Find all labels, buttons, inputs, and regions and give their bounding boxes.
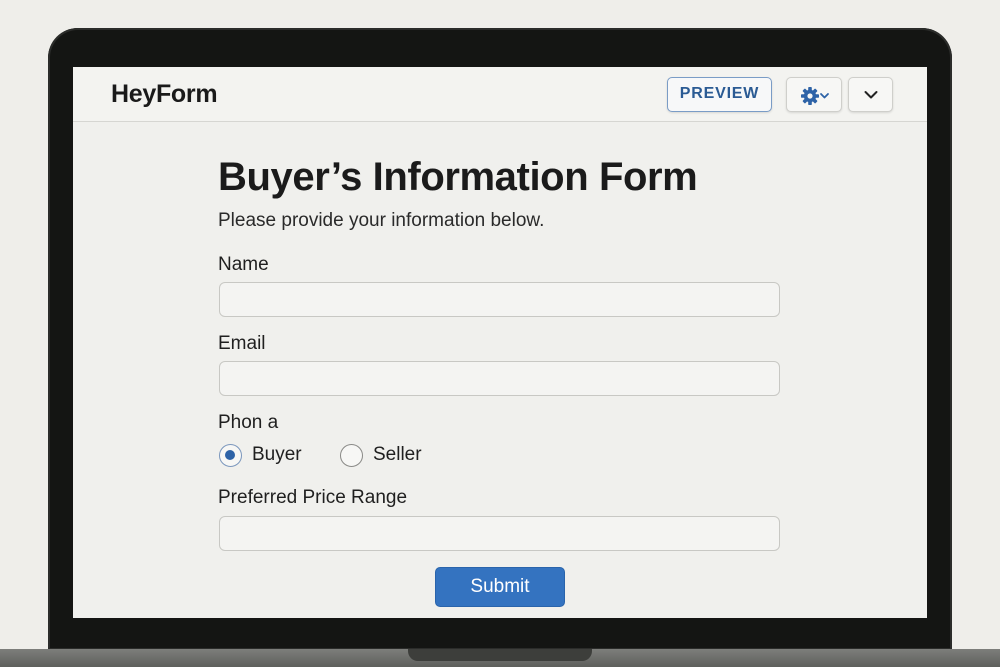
brand-logo: HeyForm xyxy=(111,80,218,108)
radio-seller-label: Seller xyxy=(373,444,422,465)
price-range-label: Preferred Price Range xyxy=(218,487,408,508)
radio-option-buyer[interactable]: Buyer xyxy=(219,442,302,468)
chevron-down-icon xyxy=(864,91,878,99)
menu-dropdown-button[interactable] xyxy=(848,77,893,112)
app-header: HeyForm PREVIEW xyxy=(73,67,927,122)
laptop-hinge-notch xyxy=(408,649,592,661)
scene: HeyForm PREVIEW Buyer’s Information Form… xyxy=(0,0,1000,667)
email-field[interactable] xyxy=(219,361,780,396)
submit-button[interactable]: Submit xyxy=(435,567,565,607)
radio-buyer-label: Buyer xyxy=(252,444,302,465)
form-subtitle: Please provide your information below. xyxy=(218,210,545,231)
gear-icon xyxy=(801,87,829,105)
app-window: HeyForm PREVIEW Buyer’s Information Form… xyxy=(73,67,927,618)
name-field[interactable] xyxy=(219,282,780,317)
price-range-field[interactable] xyxy=(219,516,780,551)
name-label: Name xyxy=(218,254,269,275)
radio-option-seller[interactable]: Seller xyxy=(340,442,422,468)
email-label: Email xyxy=(218,333,266,354)
radio-seller-unchecked[interactable] xyxy=(340,443,363,467)
form-title: Buyer’s Information Form xyxy=(218,155,698,199)
settings-button[interactable] xyxy=(786,77,842,112)
role-label: Phon a xyxy=(218,412,279,433)
radio-buyer-checked[interactable] xyxy=(219,443,242,467)
preview-button[interactable]: PREVIEW xyxy=(667,77,772,112)
